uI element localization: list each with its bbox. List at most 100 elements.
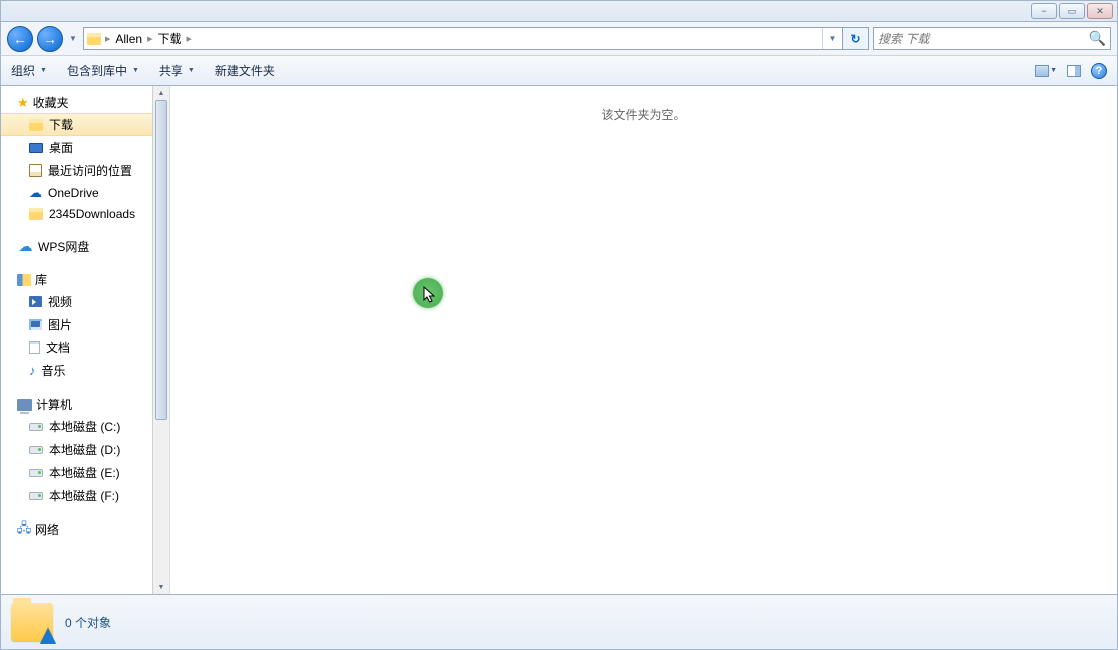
maximize-button[interactable]: ▭ xyxy=(1059,3,1085,19)
chevron-down-icon: ▼ xyxy=(132,67,139,74)
scroll-up-icon[interactable]: ▲ xyxy=(153,86,169,100)
sidebar-item-label: OneDrive xyxy=(48,186,99,200)
history-dropdown[interactable]: ▼ xyxy=(67,30,79,48)
desktop-icon xyxy=(29,143,43,153)
folder-icon xyxy=(29,119,43,131)
tree-favorites: ★收藏夹 下载 桌面 最近访问的位置 ☁ OneDrive 2345Downloa… xyxy=(1,92,152,224)
chevron-down-icon: ▼ xyxy=(188,67,195,74)
sidebar-item-drive-c[interactable]: 本地磁盘 (C:) xyxy=(1,415,152,438)
sidebar-item-onedrive[interactable]: ☁ OneDrive xyxy=(1,182,152,204)
nav-bar: ← → ▼ ▶ Allen ▶ 下载 ▶ ▼ ↻ 🔍 xyxy=(0,22,1118,55)
network-header[interactable]: 🖧 网络 xyxy=(1,519,152,540)
command-toolbar: 组织 ▼ 包含到库中 ▼ 共享 ▼ 新建文件夹 ▼ ? xyxy=(0,55,1118,86)
drive-icon xyxy=(29,492,43,500)
address-folder-icon xyxy=(84,33,104,45)
view-icon xyxy=(1035,65,1049,77)
minimize-button[interactable]: − xyxy=(1031,3,1057,19)
search-icon[interactable]: 🔍 xyxy=(1089,30,1106,47)
star-icon: ★ xyxy=(17,95,29,111)
sidebar-item-downloads[interactable]: 下载 xyxy=(1,113,152,136)
forward-button[interactable]: → xyxy=(37,26,63,52)
sidebar-item-label: 文档 xyxy=(46,339,70,356)
picture-icon xyxy=(29,319,42,330)
navigation-pane: ★收藏夹 下载 桌面 最近访问的位置 ☁ OneDrive 2345Downloa… xyxy=(1,86,152,594)
scroll-thumb[interactable] xyxy=(155,100,167,420)
sidebar-scrollbar[interactable]: ▲ ▼ xyxy=(152,86,169,594)
breadcrumb-sep-1: ▶ xyxy=(146,35,153,43)
breadcrumb-seg-1[interactable]: Allen xyxy=(111,28,146,49)
tree-wps: ☁ WPS网盘 xyxy=(1,236,152,257)
sidebar-item-label: 图片 xyxy=(48,316,72,333)
drive-icon xyxy=(29,423,43,431)
back-button[interactable]: ← xyxy=(7,26,33,52)
computer-icon xyxy=(17,399,32,411)
address-dropdown[interactable]: ▼ xyxy=(822,28,842,49)
toolbar-library-label: 包含到库中 xyxy=(67,62,127,79)
video-icon xyxy=(29,296,42,307)
sidebar-item-recent[interactable]: 最近访问的位置 xyxy=(1,159,152,182)
sidebar-item-2345[interactable]: 2345Downloads xyxy=(1,204,152,224)
sidebar-item-drive-e[interactable]: 本地磁盘 (E:) xyxy=(1,461,152,484)
cloud-icon: ☁ xyxy=(17,241,34,253)
favorites-header[interactable]: ★收藏夹 xyxy=(1,92,152,113)
sidebar-item-label: 本地磁盘 (C:) xyxy=(49,418,120,435)
search-box[interactable]: 🔍 xyxy=(873,27,1111,50)
favorites-title: 收藏夹 xyxy=(33,94,69,111)
network-icon: 🖧 xyxy=(17,523,31,536)
recent-icon xyxy=(29,164,42,177)
address-bar[interactable]: ▶ Allen ▶ 下载 ▶ ▼ ↻ xyxy=(83,27,869,50)
sidebar-item-pictures[interactable]: 图片 xyxy=(1,313,152,336)
status-text: 0 个对象 xyxy=(65,614,111,631)
sidebar-item-music[interactable]: ♪音乐 xyxy=(1,359,152,382)
sidebar-item-video[interactable]: 视频 xyxy=(1,290,152,313)
onedrive-icon: ☁ xyxy=(29,185,42,201)
toolbar-include-library[interactable]: 包含到库中 ▼ xyxy=(67,62,139,79)
preview-icon xyxy=(1067,65,1081,77)
maximize-icon: ▭ xyxy=(1068,6,1077,17)
network-title: 网络 xyxy=(35,521,59,538)
tree-library: 库 视频 图片 文档 ♪音乐 xyxy=(1,269,152,382)
tree-network: 🖧 网络 xyxy=(1,519,152,540)
drive-icon xyxy=(29,469,43,477)
breadcrumb-seg-2[interactable]: 下载 xyxy=(153,28,185,49)
library-header[interactable]: 库 xyxy=(1,269,152,290)
sidebar-item-label: 下载 xyxy=(49,116,73,133)
toolbar-newfolder[interactable]: 新建文件夹 xyxy=(215,62,275,79)
content-pane[interactable]: 该文件夹为空。 xyxy=(169,86,1117,594)
preview-pane-button[interactable] xyxy=(1067,65,1081,77)
status-bar: 0 个对象 xyxy=(0,594,1118,650)
sidebar-item-label: 本地磁盘 (D:) xyxy=(49,441,120,458)
breadcrumb-sep-2: ▶ xyxy=(185,35,192,43)
toolbar-share[interactable]: 共享 ▼ xyxy=(159,62,195,79)
refresh-button[interactable]: ↻ xyxy=(842,28,868,49)
close-button[interactable]: ✕ xyxy=(1087,3,1113,19)
sidebar-item-drive-f[interactable]: 本地磁盘 (F:) xyxy=(1,484,152,507)
computer-header[interactable]: 计算机 xyxy=(1,394,152,415)
toolbar-share-label: 共享 xyxy=(159,62,183,79)
scroll-down-icon[interactable]: ▼ xyxy=(153,580,169,594)
minimize-icon: − xyxy=(1041,6,1046,16)
sidebar-item-drive-d[interactable]: 本地磁盘 (D:) xyxy=(1,438,152,461)
breadcrumb-sep-root: ▶ xyxy=(104,35,111,43)
title-bar: − ▭ ✕ xyxy=(0,0,1118,22)
folder-icon xyxy=(29,208,43,220)
drive-icon xyxy=(29,446,43,454)
sidebar-item-label: 视频 xyxy=(48,293,72,310)
chevron-down-icon: ▼ xyxy=(40,67,47,74)
help-button[interactable]: ? xyxy=(1091,63,1107,79)
wps-title: WPS网盘 xyxy=(38,238,89,255)
wps-header[interactable]: ☁ WPS网盘 xyxy=(1,236,152,257)
toolbar-organize-label: 组织 xyxy=(11,62,35,79)
toolbar-newfolder-label: 新建文件夹 xyxy=(215,62,275,79)
music-icon: ♪ xyxy=(29,363,36,378)
tree-computer: 计算机 本地磁盘 (C:) 本地磁盘 (D:) 本地磁盘 (E:) 本地磁盘 (… xyxy=(1,394,152,507)
library-title: 库 xyxy=(35,271,47,288)
sidebar-item-documents[interactable]: 文档 xyxy=(1,336,152,359)
downloads-folder-icon xyxy=(11,603,53,641)
view-button[interactable]: ▼ xyxy=(1035,65,1057,77)
search-input[interactable] xyxy=(878,32,1078,46)
toolbar-organize[interactable]: 组织 ▼ xyxy=(11,62,47,79)
sidebar-item-desktop[interactable]: 桌面 xyxy=(1,136,152,159)
document-icon xyxy=(29,341,40,354)
sidebar-item-label: 最近访问的位置 xyxy=(48,162,132,179)
